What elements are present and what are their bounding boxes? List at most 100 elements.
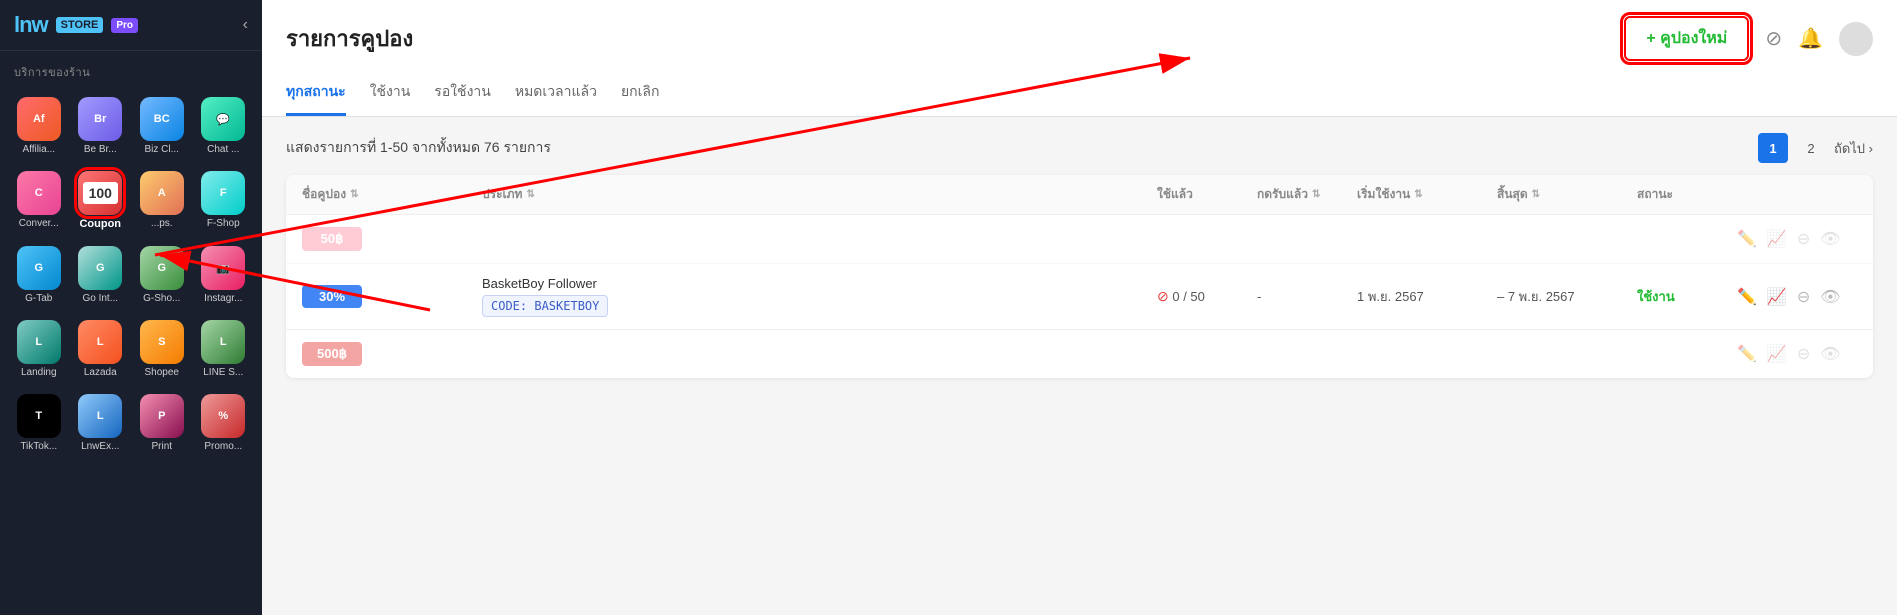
view-icon-2[interactable]: 👁 — [1820, 344, 1840, 364]
page-2-button[interactable]: 2 — [1796, 133, 1826, 163]
pagination: 1 2 ถัดไป › — [1758, 133, 1873, 163]
coupon-name-1: BasketBoy Follower — [482, 276, 1157, 291]
promo-icon: % — [201, 394, 245, 438]
edit-icon-0[interactable]: ✏️ — [1737, 229, 1757, 249]
coupon-badge-1: 30% — [302, 285, 362, 308]
sidebar-item-coupon[interactable]: 100Coupon — [72, 165, 130, 236]
gsho-icon: G — [140, 246, 184, 290]
sidebar-item-brand[interactable]: Br Be Br... — [72, 91, 130, 161]
sidebar-item-gsho[interactable]: GG-Sho... — [133, 240, 191, 310]
edit-icon-1[interactable]: ✏️ — [1737, 287, 1757, 307]
sidebar-section-title: บริการของร้าน — [0, 51, 262, 87]
new-coupon-button[interactable]: + คูปองใหม่ — [1624, 16, 1749, 61]
table-header-row: ชื่อคูปอง⇅ประเภท⇅ใช้แล้วกดรับแล้ว⇅เริ่มใ… — [286, 175, 1873, 215]
redeemed-sort-icon[interactable]: ⇅ — [1312, 189, 1320, 200]
coupon-badge-cell-1: 30% — [302, 285, 482, 308]
start-sort-icon[interactable]: ⇅ — [1414, 189, 1422, 200]
sidebar-item-apps[interactable]: A...ps. — [133, 165, 191, 236]
sidebar-item-promo[interactable]: % Promo... — [195, 388, 253, 458]
sidebar-header: lnw STORE Pro ‹ — [0, 0, 262, 51]
status-badge-1: ใช้งาน — [1637, 289, 1675, 304]
goint-label: Go Int... — [74, 293, 128, 304]
tab-expired[interactable]: หมดเวลาแล้ว — [515, 73, 597, 116]
disable-icon-2[interactable]: ⊖ — [1797, 344, 1810, 364]
sidebar-item-gtab[interactable]: GG-Tab — [10, 240, 68, 310]
col-header-name[interactable]: ชื่อคูปอง⇅ — [302, 185, 482, 204]
sidebar: lnw STORE Pro ‹ บริการของร้าน AfAffilia.… — [0, 0, 262, 615]
table-body: 50฿✏️📈⊖👁30%BasketBoy FollowerCODE: BASKE… — [286, 215, 1873, 378]
header-actions: + คูปองใหม่ ⊘ 🔔 — [1624, 16, 1873, 61]
redeemed-cell-1: - — [1257, 289, 1357, 304]
start-cell-1: 1 พ.ย. 2567 — [1357, 286, 1497, 307]
coupon-badge-0: 50฿ — [302, 227, 362, 251]
sidebar-item-lnwex[interactable]: LLnwEx... — [72, 388, 130, 458]
col-header-end[interactable]: สิ้นสุด⇅ — [1497, 185, 1637, 204]
gtab-label: G-Tab — [12, 293, 66, 304]
instagram-label: Instagr... — [197, 293, 251, 304]
tab-active[interactable]: ใช้งาน — [370, 73, 411, 116]
col-header-type[interactable]: ประเภท⇅ — [482, 185, 1157, 204]
view-icon-0[interactable]: 👁 — [1820, 229, 1840, 249]
data-table: ชื่อคูปอง⇅ประเภท⇅ใช้แล้วกดรับแล้ว⇅เริ่มใ… — [286, 175, 1873, 378]
table-info-row: แสดงรายการที่ 1-50 จากทั้งหมด 76 รายการ … — [286, 133, 1873, 163]
sidebar-item-instagram[interactable]: 📷 Instagr... — [195, 240, 253, 310]
col-header-status[interactable]: สถานะ — [1637, 185, 1737, 204]
col-header-start[interactable]: เริ่มใช้งาน⇅ — [1357, 185, 1497, 204]
sidebar-collapse-button[interactable]: ‹ — [243, 16, 248, 34]
goint-icon: G — [78, 246, 122, 290]
conversion-label: Conver... — [12, 218, 66, 229]
instagram-icon: 📷 — [201, 246, 245, 290]
sidebar-item-affiliate[interactable]: AfAffilia... — [10, 91, 68, 161]
view-icon-1[interactable]: 👁 — [1820, 287, 1840, 307]
sidebar-item-lines[interactable]: LLINE S... — [195, 314, 253, 384]
stats-icon-2[interactable]: 📈 — [1767, 344, 1787, 364]
brand-label: Be Br... — [74, 144, 128, 155]
end-sort-icon[interactable]: ⇅ — [1532, 189, 1540, 200]
end-cell-1: – 7 พ.ย. 2567 — [1497, 286, 1637, 307]
coupon-badge-cell-2: 500฿ — [302, 342, 482, 366]
bizclass-icon: BC — [140, 97, 184, 141]
table-row: 30%BasketBoy FollowerCODE: BASKETBOY⊘ 0 … — [286, 264, 1873, 330]
filter-icon[interactable]: ⊘ — [1765, 26, 1782, 51]
edit-icon-2[interactable]: ✏️ — [1737, 344, 1757, 364]
sidebar-item-conversion[interactable]: CConver... — [10, 165, 68, 236]
table-row: 500฿ ✏️ 📈 ⊖ 👁 — [286, 330, 1873, 378]
promo-label: Promo... — [197, 441, 251, 452]
stats-icon-0[interactable]: 📈 — [1767, 229, 1787, 249]
sidebar-item-lazada[interactable]: LLazada — [72, 314, 130, 384]
sidebar-item-tiktok[interactable]: TTikTok... — [10, 388, 68, 458]
col-header-redeemed[interactable]: กดรับแล้ว⇅ — [1257, 185, 1357, 204]
tab-cancelled[interactable]: ยกเลิก — [621, 73, 660, 116]
col-header-used[interactable]: ใช้แล้ว — [1157, 185, 1257, 204]
brand-icon: Br — [78, 97, 122, 141]
tabs: ทุกสถานะ ใช้งาน รอใช้งาน หมดเวลาแล้ว ยกเลิก — [286, 73, 1873, 116]
affiliate-icon: Af — [17, 97, 61, 141]
page-1-button[interactable]: 1 — [1758, 133, 1788, 163]
sidebar-item-shopee[interactable]: SShopee — [133, 314, 191, 384]
bell-icon[interactable]: 🔔 — [1798, 26, 1823, 51]
logo-lnw: lnw — [14, 12, 48, 38]
lnwex-icon: L — [78, 394, 122, 438]
disable-icon-0[interactable]: ⊖ — [1797, 229, 1810, 249]
sidebar-item-bizclass[interactable]: BCBiz Cl... — [133, 91, 191, 161]
sidebar-item-fshop[interactable]: FF-Shop — [195, 165, 253, 236]
table-area: แสดงรายการที่ 1-50 จากทั้งหมด 76 รายการ … — [262, 117, 1897, 615]
lazada-icon: L — [78, 320, 122, 364]
tab-waiting[interactable]: รอใช้งาน — [434, 73, 491, 116]
stats-icon-1[interactable]: 📈 — [1767, 287, 1787, 307]
logo-pro: Pro — [111, 18, 138, 33]
row-actions-0: ✏️ 📈 ⊖ 👁 — [1737, 229, 1857, 249]
sidebar-item-print[interactable]: PPrint — [133, 388, 191, 458]
next-page-button[interactable]: ถัดไป › — [1834, 138, 1873, 159]
name-sort-icon[interactable]: ⇅ — [350, 189, 358, 200]
sidebar-item-goint[interactable]: G Go Int... — [72, 240, 130, 310]
chat-label: Chat ... — [197, 144, 251, 155]
sidebar-item-landing[interactable]: LLanding — [10, 314, 68, 384]
type-sort-icon[interactable]: ⇅ — [526, 189, 534, 200]
avatar[interactable] — [1839, 22, 1873, 56]
fshop-icon: F — [201, 171, 245, 215]
tab-all[interactable]: ทุกสถานะ — [286, 73, 346, 116]
col-header-actions — [1737, 185, 1857, 204]
sidebar-item-chat[interactable]: 💬Chat ... — [195, 91, 253, 161]
disable-icon-1[interactable]: ⊖ — [1797, 287, 1810, 307]
